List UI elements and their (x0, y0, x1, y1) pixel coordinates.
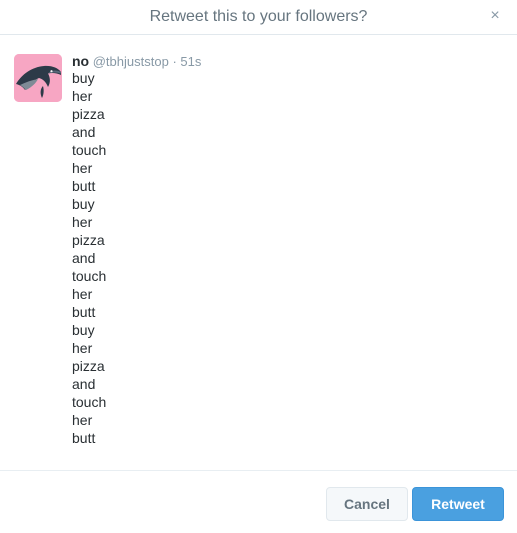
tweet-timestamp[interactable]: 51s (180, 54, 201, 69)
tweet-text-line: and (72, 250, 96, 266)
tweet-text-line: butt (72, 430, 96, 446)
tweet-text: buy her pizza and touch her butt buy her… (72, 69, 106, 447)
avatar[interactable] (14, 54, 62, 102)
tweet-text-line: and (72, 376, 96, 392)
dialog-footer: Cancel Retweet (0, 470, 517, 533)
tweet-text-line: touch (72, 142, 107, 158)
close-icon[interactable]: × (485, 6, 505, 26)
tweet-text-line: pizza (72, 358, 105, 374)
tweet-text-line: her (72, 340, 93, 356)
tweet-text-line: her (72, 88, 93, 104)
header-separator: · (172, 54, 177, 69)
tweet-text-line: buy (72, 196, 95, 212)
tweet-text-line: pizza (72, 232, 105, 248)
tweet-text-line: her (72, 286, 93, 302)
author-fullname[interactable]: no (72, 53, 89, 69)
dialog-header: Retweet this to your followers? × (0, 0, 517, 35)
tweet-text-line: pizza (72, 106, 105, 122)
tweet-text-line: and (72, 124, 96, 140)
tweet-text-line: touch (72, 268, 107, 284)
author-username[interactable]: @tbhjuststop (93, 54, 169, 69)
tweet-header: no @tbhjuststop · 51s (72, 53, 201, 70)
tweet-preview: no @tbhjuststop · 51s buy her pizza and … (0, 36, 517, 470)
cancel-button[interactable]: Cancel (326, 487, 408, 521)
dolphin-avatar-image (14, 54, 62, 102)
retweet-button[interactable]: Retweet (412, 487, 504, 521)
tweet-text-line: butt (72, 178, 96, 194)
dialog-title: Retweet this to your followers? (149, 8, 368, 25)
tweet-text-line: touch (72, 394, 107, 410)
tweet-text-line: her (72, 160, 93, 176)
tweet-text-line: butt (72, 304, 96, 320)
tweet-text-line: buy (72, 70, 95, 86)
tweet-text-line: buy (72, 322, 95, 338)
retweet-dialog: Retweet this to your followers? × no @tb… (0, 0, 517, 533)
tweet-text-line: her (72, 214, 93, 230)
tweet-text-line: her (72, 412, 93, 428)
